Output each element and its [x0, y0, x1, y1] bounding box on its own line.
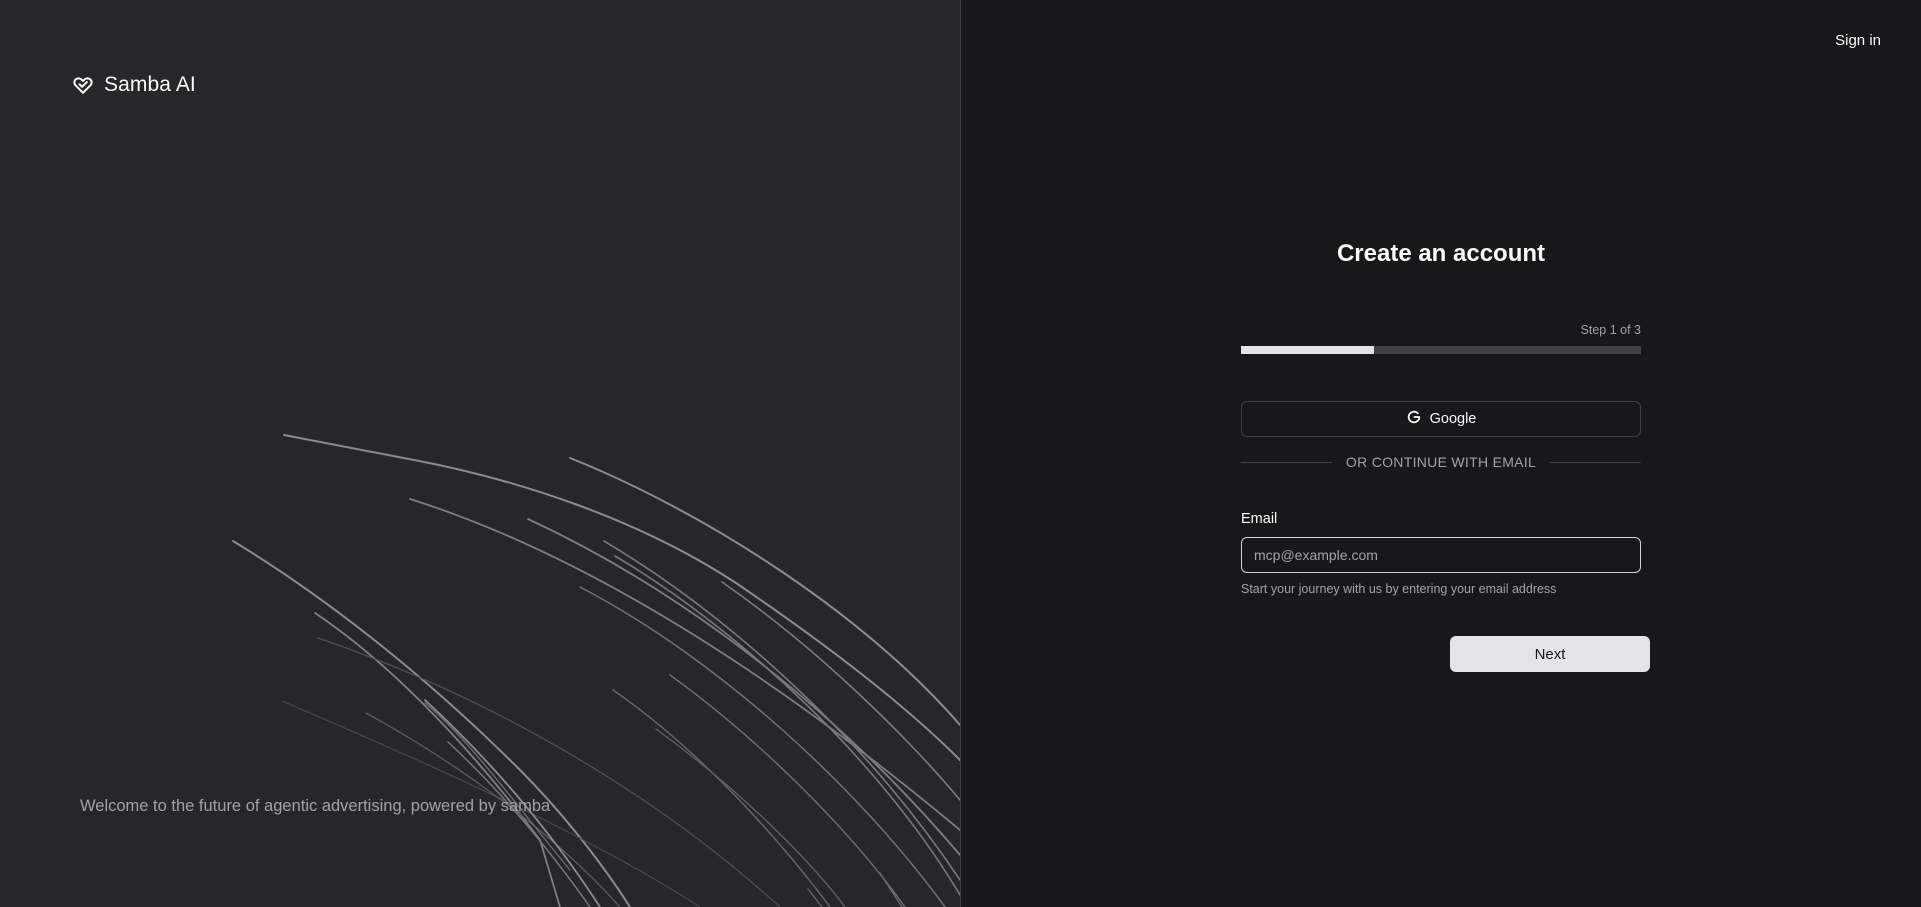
- page-title: Create an account: [1336, 240, 1546, 267]
- next-button[interactable]: Next: [1450, 636, 1650, 672]
- signup-page: Samba AI Welcome to the future of agenti…: [0, 0, 1921, 907]
- email-hint: Start your journey with us by entering y…: [1241, 582, 1557, 596]
- progress-fill: [1241, 346, 1375, 354]
- decorative-lines: [232, 434, 960, 907]
- email-label: Email: [1241, 511, 1278, 527]
- divider: OR CONTINUE WITH EMAIL: [1241, 453, 1642, 471]
- step-indicator: Step 1 of 3: [1580, 323, 1641, 337]
- google-signin-button[interactable]: Google: [1241, 401, 1641, 437]
- divider-line-left: [1241, 461, 1332, 463]
- divider-text: OR CONTINUE WITH EMAIL: [1345, 454, 1537, 470]
- signup-form: Create an account Step 1 of 3 Google OR …: [1241, 234, 1650, 672]
- tagline: Welcome to the future of agentic adverti…: [80, 797, 551, 815]
- brand-panel: Samba AI Welcome to the future of agenti…: [0, 0, 961, 907]
- form-panel: Sign in Create an account Step 1 of 3 Go…: [961, 0, 1921, 907]
- email-field[interactable]: [1241, 537, 1641, 573]
- divider-line-right: [1550, 461, 1642, 463]
- sign-in-link[interactable]: Sign in: [1835, 32, 1881, 49]
- google-icon: [1406, 409, 1422, 429]
- google-button-label: Google: [1429, 411, 1477, 427]
- progress-bar: [1241, 346, 1641, 354]
